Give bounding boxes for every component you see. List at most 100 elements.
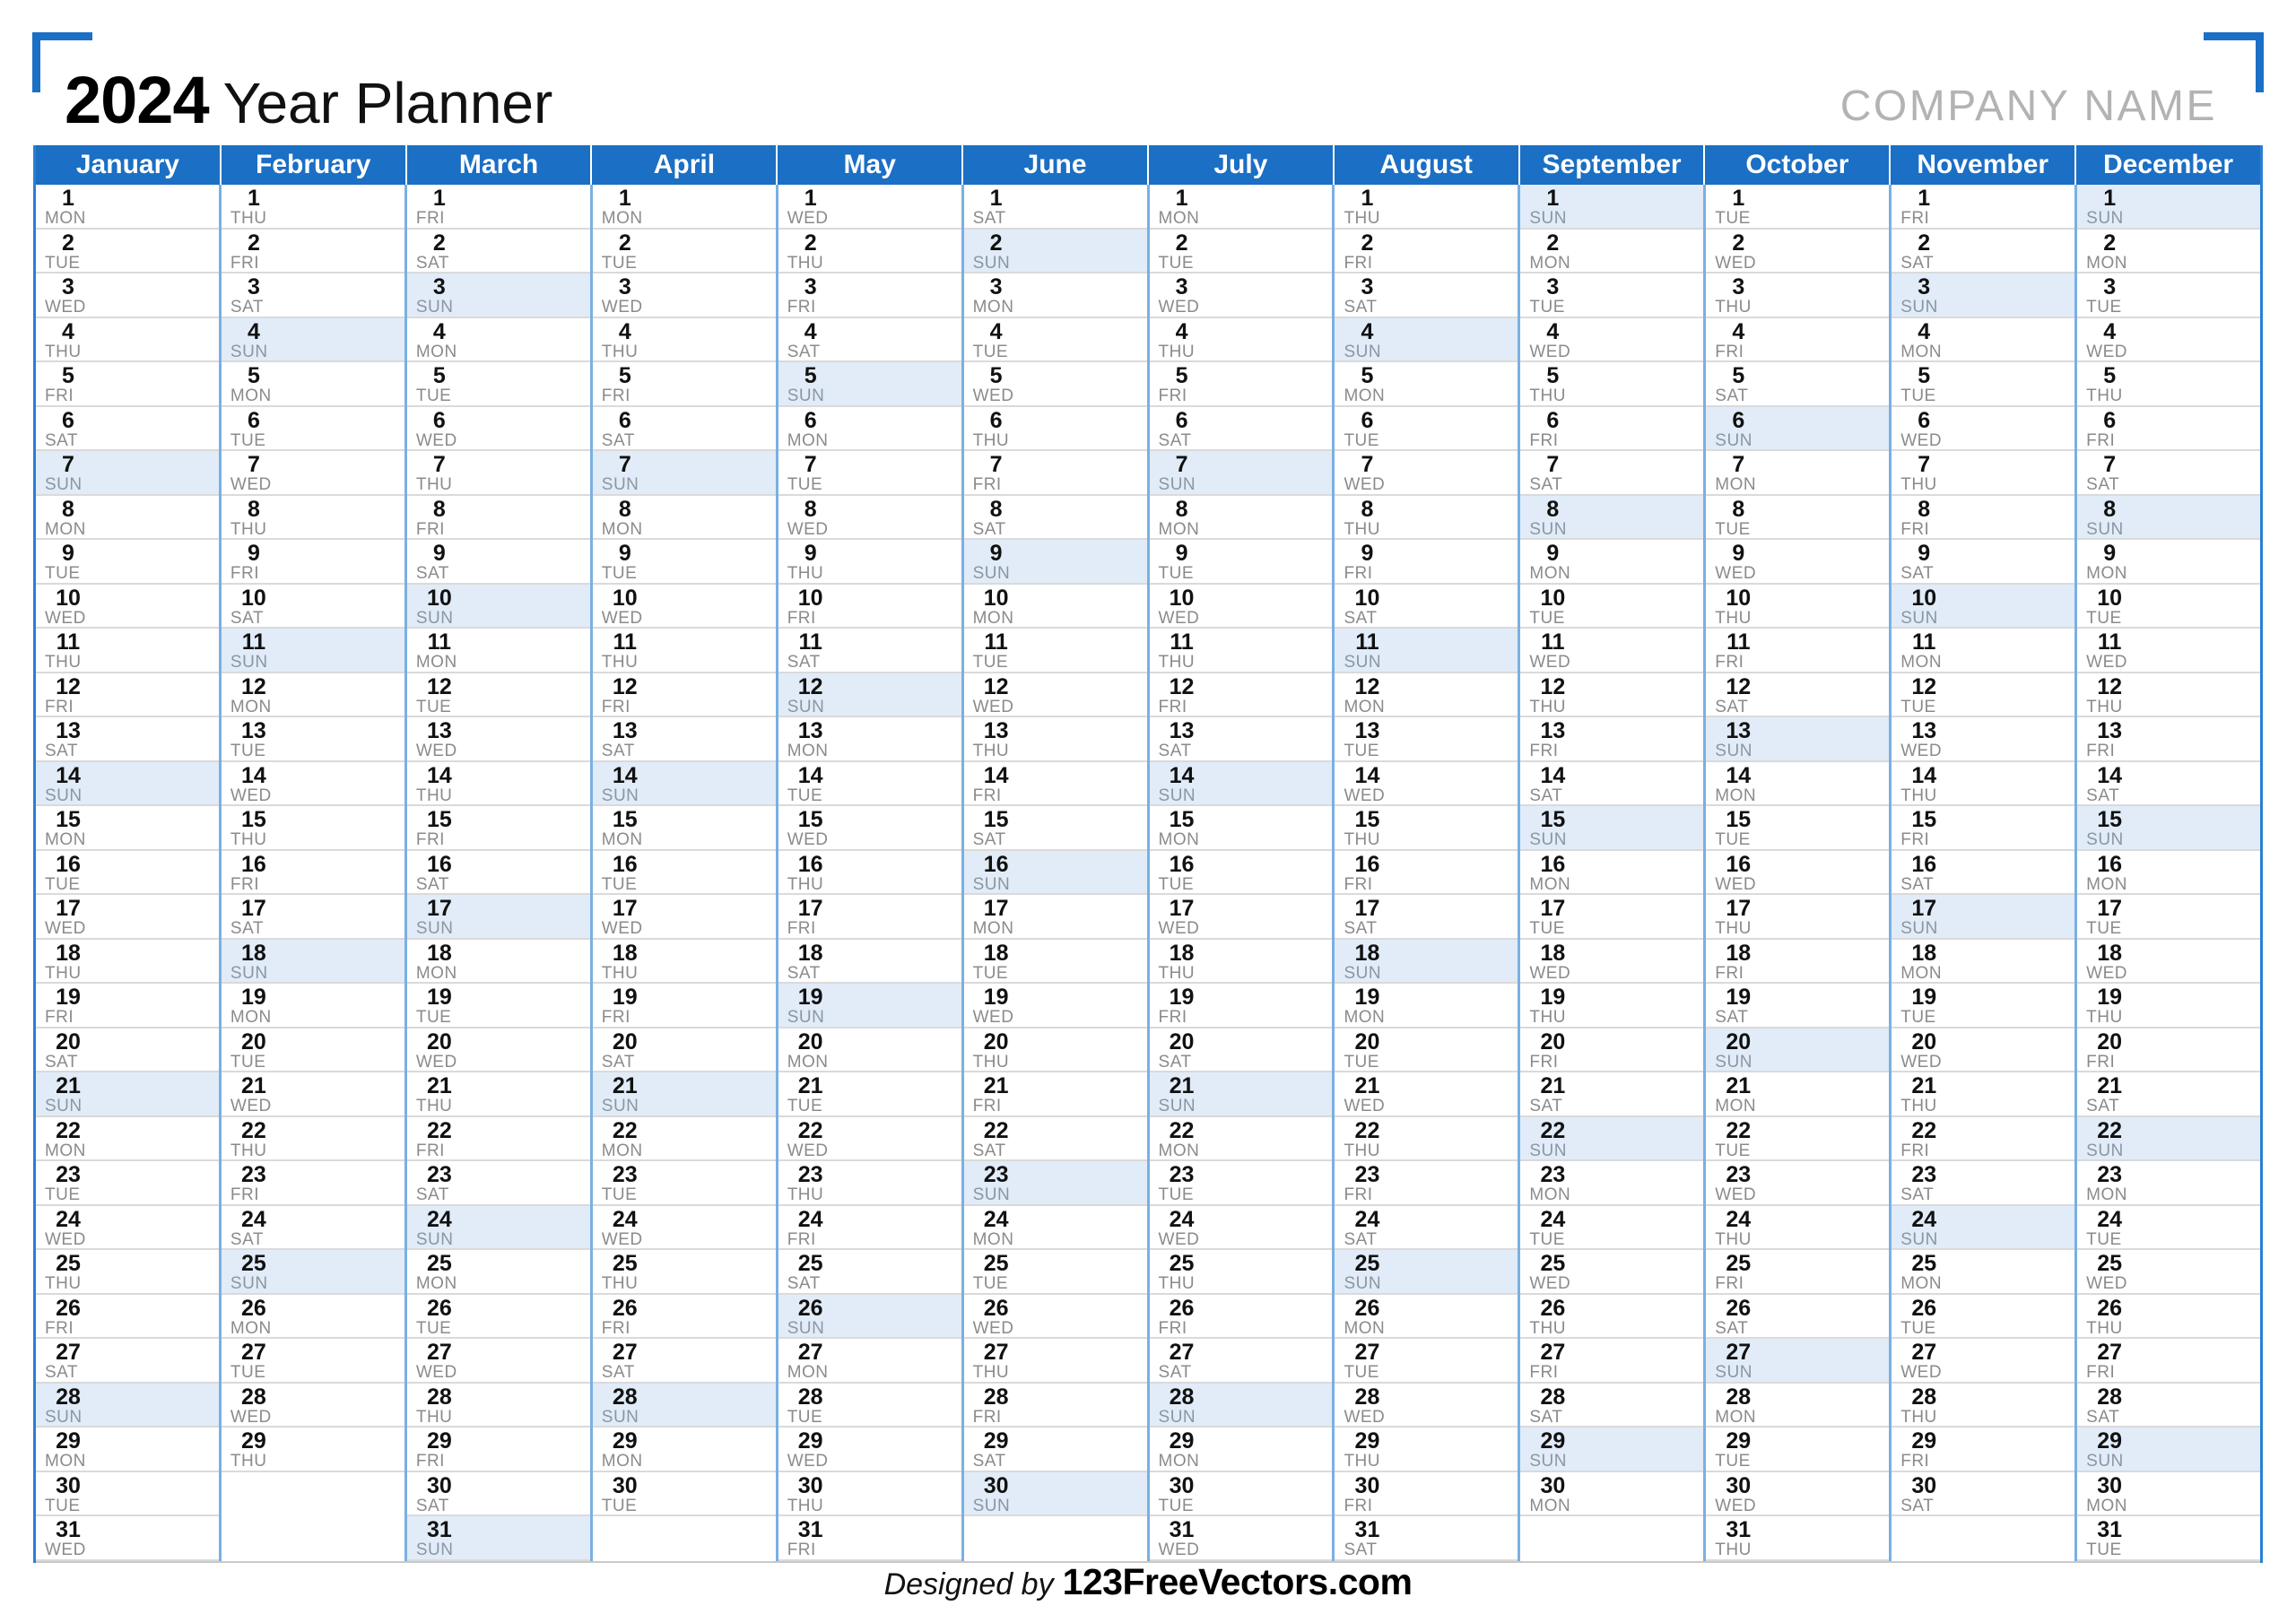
day-cell[interactable]: 22 WED: [778, 1116, 961, 1161]
day-cell[interactable]: 7 SUN: [36, 451, 219, 496]
day-cell[interactable]: 26 TUE: [406, 1294, 590, 1339]
day-cell[interactable]: 10 SUN: [1892, 584, 2075, 629]
day-cell[interactable]: 30 TUE: [36, 1471, 219, 1516]
month-header-june[interactable]: June: [963, 145, 1149, 185]
day-cell[interactable]: 10 SUN: [406, 584, 590, 629]
day-cell[interactable]: 5 SAT: [1706, 362, 1890, 407]
day-cell[interactable]: 3 WED: [36, 273, 219, 318]
day-cell[interactable]: 12 FRI: [36, 673, 219, 717]
day-cell[interactable]: 10 WED: [592, 584, 776, 629]
day-cell[interactable]: 2 TUE: [36, 229, 219, 273]
day-cell[interactable]: 18 SUN: [221, 939, 404, 984]
day-cell[interactable]: 23 TUE: [592, 1161, 776, 1206]
day-cell[interactable]: 10 WED: [36, 584, 219, 629]
day-cell[interactable]: 16 SAT: [406, 850, 590, 895]
day-cell[interactable]: 14 TUE: [778, 761, 961, 806]
day-cell[interactable]: 19 SUN: [778, 984, 961, 1028]
day-cell[interactable]: 15 FRI: [406, 806, 590, 851]
day-cell[interactable]: 7 WED: [1335, 451, 1518, 496]
footer-brand-link[interactable]: 123FreeVectors.com: [1063, 1561, 1413, 1602]
day-cell[interactable]: 19 WED: [963, 984, 1147, 1028]
day-cell[interactable]: 9 TUE: [36, 540, 219, 585]
day-cell[interactable]: 11 SAT: [778, 629, 961, 673]
day-cell[interactable]: 3 MON: [963, 273, 1147, 318]
month-header-august[interactable]: August: [1334, 145, 1520, 185]
day-cell[interactable]: 15 MON: [592, 806, 776, 851]
day-cell[interactable]: 18 SUN: [1335, 939, 1518, 984]
day-cell[interactable]: 14 SAT: [1520, 761, 1704, 806]
day-cell[interactable]: 3 WED: [1149, 273, 1333, 318]
day-cell[interactable]: 5 MON: [221, 362, 404, 407]
day-cell[interactable]: 24 SUN: [1892, 1205, 2075, 1250]
day-cell[interactable]: 26 SUN: [778, 1294, 961, 1339]
day-cell[interactable]: 5 SUN: [778, 362, 961, 407]
day-cell[interactable]: 10 WED: [1149, 584, 1333, 629]
day-cell[interactable]: 9 WED: [1706, 540, 1890, 585]
day-cell[interactable]: 28 SAT: [2077, 1383, 2261, 1428]
day-cell[interactable]: 22 FRI: [406, 1116, 590, 1161]
day-cell[interactable]: 19 FRI: [592, 984, 776, 1028]
day-cell[interactable]: 9 MON: [1520, 540, 1704, 585]
day-cell[interactable]: 25 TUE: [963, 1250, 1147, 1295]
day-cell[interactable]: 10 THU: [1706, 584, 1890, 629]
day-cell[interactable]: 2 MON: [2077, 229, 2261, 273]
day-cell[interactable]: 24 SAT: [1335, 1205, 1518, 1250]
day-cell[interactable]: 10 TUE: [2077, 584, 2261, 629]
day-cell[interactable]: 19 TUE: [1892, 984, 2075, 1028]
day-cell[interactable]: 15 THU: [1335, 806, 1518, 851]
day-cell[interactable]: 7 SUN: [1149, 451, 1333, 496]
day-cell[interactable]: 4 WED: [2077, 317, 2261, 362]
day-cell[interactable]: 23 MON: [1520, 1161, 1704, 1206]
day-cell[interactable]: 25 WED: [1520, 1250, 1704, 1295]
day-cell[interactable]: 16 FRI: [221, 850, 404, 895]
day-cell[interactable]: 21 SUN: [36, 1072, 219, 1117]
day-cell[interactable]: 24 WED: [592, 1205, 776, 1250]
day-cell[interactable]: 1 TUE: [1706, 185, 1890, 230]
day-cell[interactable]: 14 THU: [1892, 761, 2075, 806]
day-cell[interactable]: 13 SAT: [36, 717, 219, 762]
month-header-may[interactable]: May: [778, 145, 964, 185]
day-cell[interactable]: 24 TUE: [1520, 1205, 1704, 1250]
day-cell[interactable]: 28 SUN: [1149, 1383, 1333, 1428]
day-cell[interactable]: 20 FRI: [2077, 1028, 2261, 1072]
day-cell[interactable]: 2 WED: [1706, 229, 1890, 273]
day-cell[interactable]: 31 THU: [1706, 1516, 1890, 1561]
day-cell[interactable]: 17 SAT: [221, 895, 404, 940]
day-cell[interactable]: 24 SUN: [406, 1205, 590, 1250]
day-cell[interactable]: 24 THU: [1706, 1205, 1890, 1250]
day-cell[interactable]: 30 TUE: [592, 1471, 776, 1516]
month-header-december[interactable]: December: [2076, 145, 2260, 185]
day-cell[interactable]: 10 SAT: [221, 584, 404, 629]
day-cell[interactable]: 29 SUN: [1520, 1428, 1704, 1472]
day-cell[interactable]: 4 TUE: [963, 317, 1147, 362]
day-cell[interactable]: 12 SAT: [1706, 673, 1890, 717]
day-cell[interactable]: 20 SAT: [1149, 1028, 1333, 1072]
day-cell[interactable]: 14 SUN: [1149, 761, 1333, 806]
day-cell[interactable]: 25 MON: [1892, 1250, 2075, 1295]
day-cell[interactable]: 16 MON: [1520, 850, 1704, 895]
day-cell[interactable]: 21 TUE: [778, 1072, 961, 1117]
day-cell[interactable]: 22 FRI: [1892, 1116, 2075, 1161]
day-cell[interactable]: 21 THU: [1892, 1072, 2075, 1117]
day-cell[interactable]: 23 WED: [1706, 1161, 1890, 1206]
day-cell[interactable]: 16 FRI: [1335, 850, 1518, 895]
day-cell[interactable]: 28 THU: [406, 1383, 590, 1428]
day-cell[interactable]: 23 TUE: [36, 1161, 219, 1206]
day-cell[interactable]: 27 TUE: [1335, 1339, 1518, 1384]
day-cell[interactable]: 17 WED: [592, 895, 776, 940]
day-cell[interactable]: 4 SUN: [221, 317, 404, 362]
day-cell[interactable]: 12 SUN: [778, 673, 961, 717]
day-cell[interactable]: 23 MON: [2077, 1161, 2261, 1206]
day-cell[interactable]: 11 SUN: [1335, 629, 1518, 673]
day-cell[interactable]: 13 FRI: [1520, 717, 1704, 762]
day-cell[interactable]: 10 MON: [963, 584, 1147, 629]
day-cell[interactable]: 21 WED: [1335, 1072, 1518, 1117]
day-cell[interactable]: 4 SUN: [1335, 317, 1518, 362]
day-cell[interactable]: 31 FRI: [778, 1516, 961, 1561]
day-cell[interactable]: 13 SUN: [1706, 717, 1890, 762]
day-cell[interactable]: 30 THU: [778, 1471, 961, 1516]
day-cell[interactable]: 10 TUE: [1520, 584, 1704, 629]
day-cell[interactable]: 31 TUE: [2077, 1516, 2261, 1561]
day-cell[interactable]: 17 SUN: [1892, 895, 2075, 940]
day-cell[interactable]: 4 WED: [1520, 317, 1704, 362]
